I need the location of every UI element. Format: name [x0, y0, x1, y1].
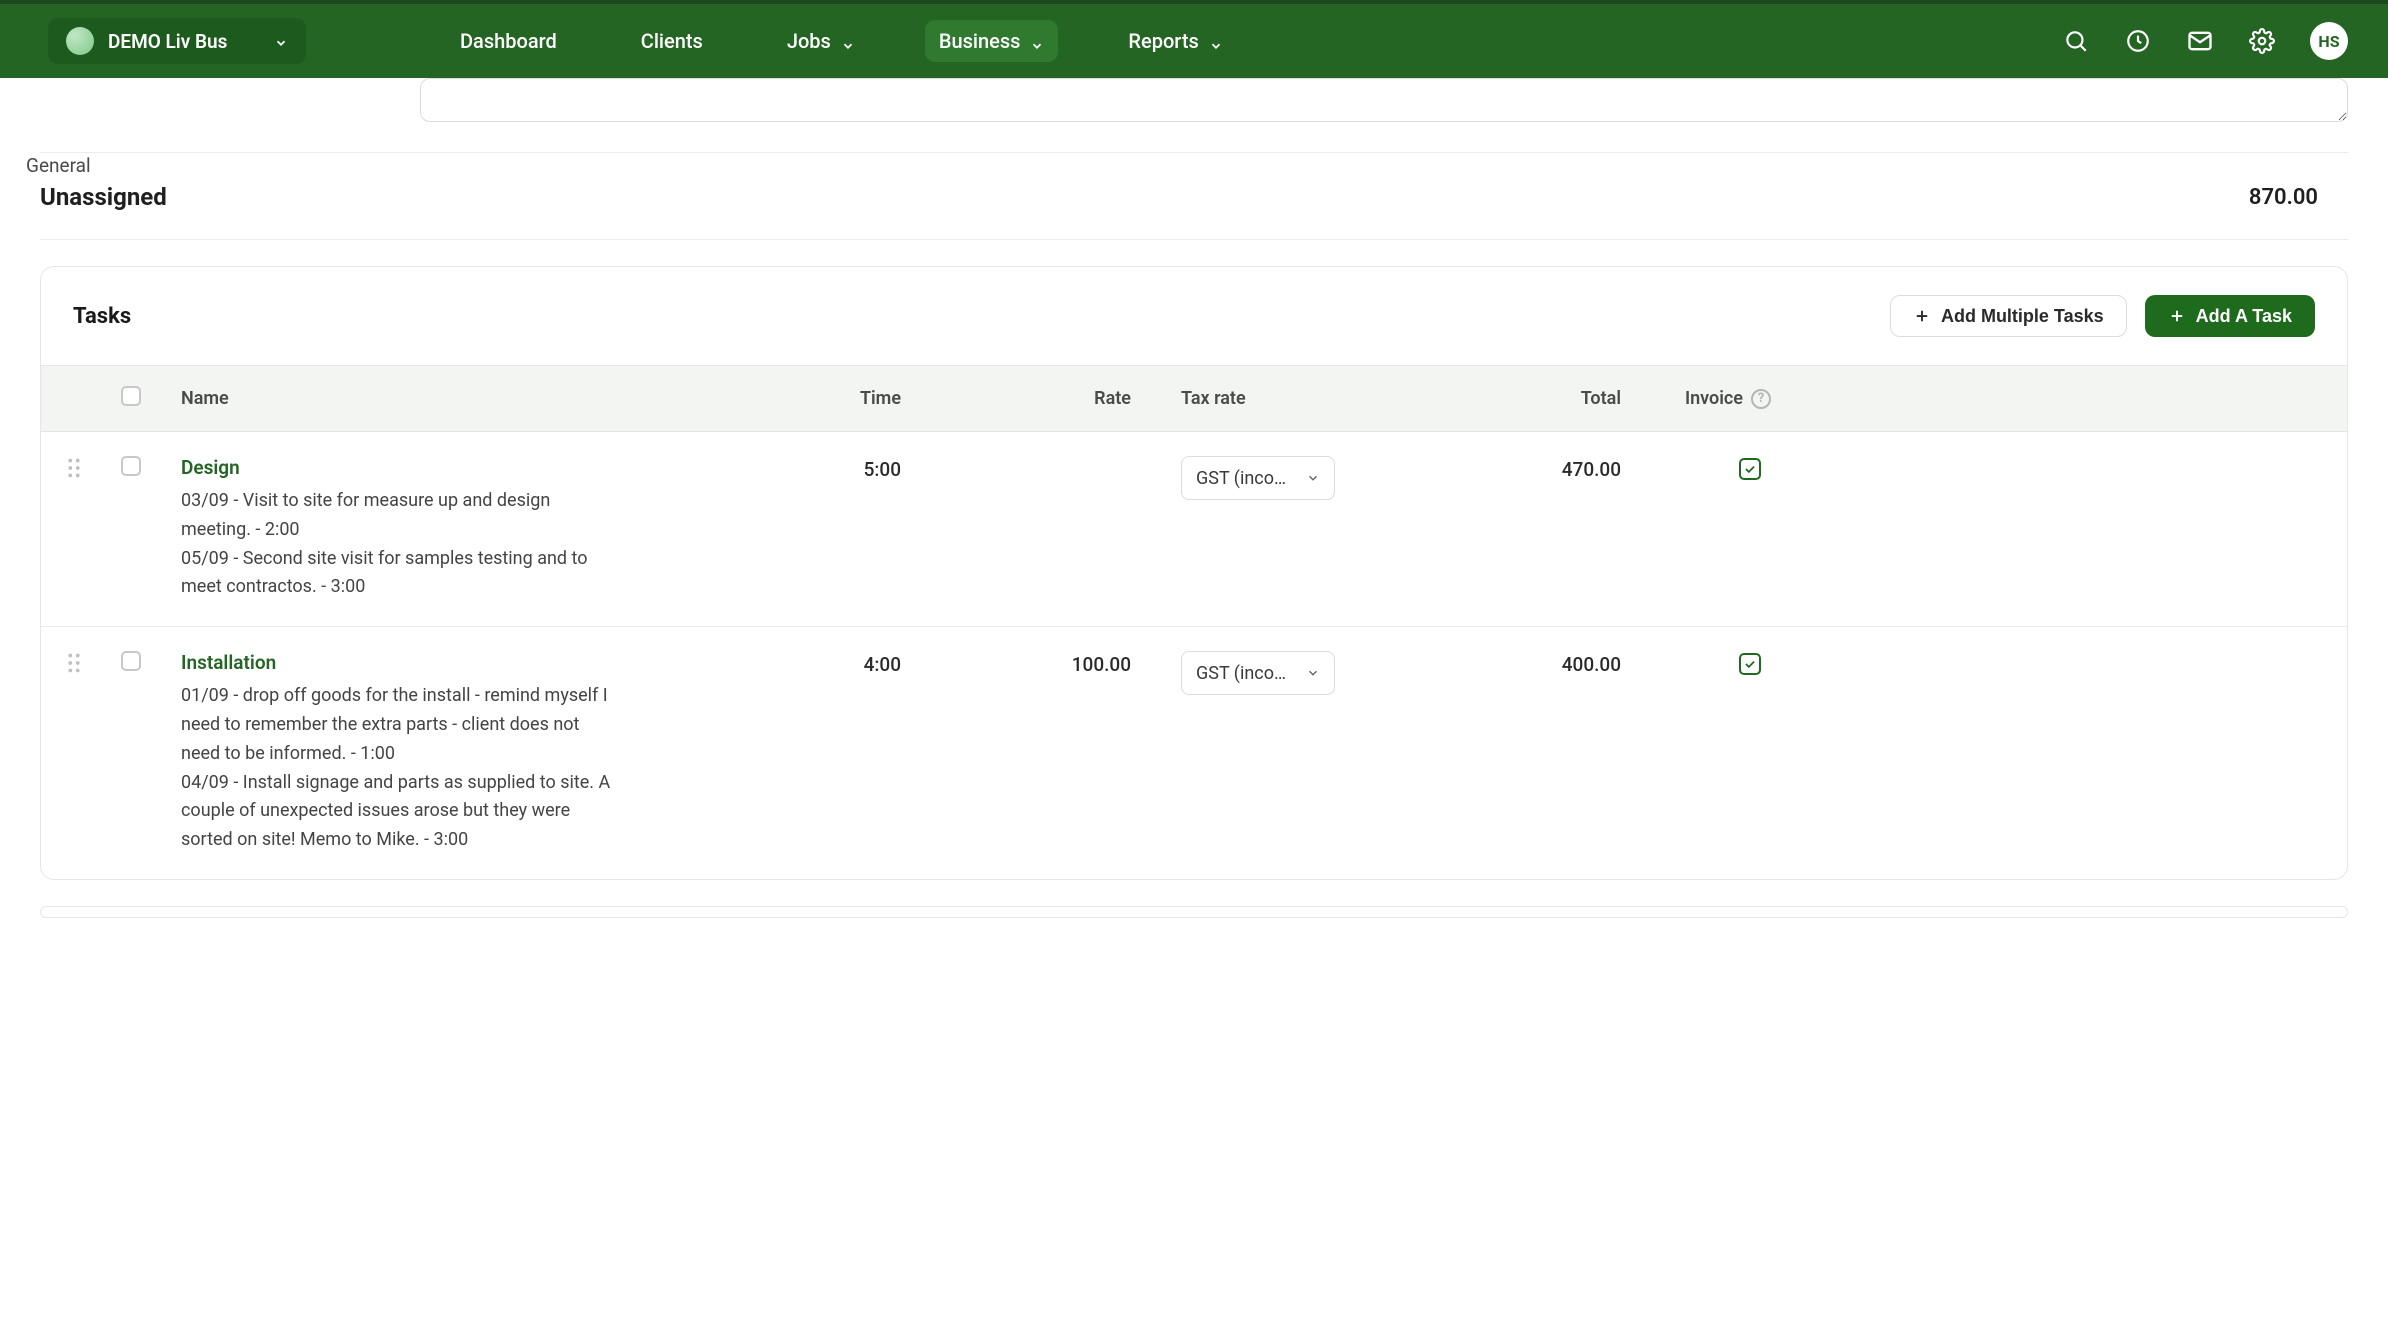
top-actions: HS	[2062, 22, 2348, 60]
column-tax-rate: Tax rate	[1131, 388, 1361, 409]
tax-rate-select[interactable]: GST (income…	[1181, 651, 1335, 695]
tasks-card: Tasks Add Multiple Tasks Add A Task Name…	[40, 266, 2348, 880]
chevron-down-icon	[1209, 34, 1223, 48]
task-total: 470.00	[1361, 456, 1621, 481]
task-row: Installation 01/09 - drop off goods for …	[41, 627, 2347, 879]
nav-jobs[interactable]: Jobs	[773, 20, 869, 62]
row-checkbox[interactable]	[121, 456, 141, 476]
tax-rate-label: GST (income…	[1196, 468, 1296, 489]
nav-reports[interactable]: Reports	[1114, 20, 1236, 62]
tasks-actions: Add Multiple Tasks Add A Task	[1890, 295, 2315, 337]
notes-textarea[interactable]	[420, 78, 2348, 122]
general-label: General	[26, 154, 91, 177]
top-navbar: DEMO Liv Bus Dashboard Clients Jobs Busi…	[0, 4, 2388, 78]
user-avatar[interactable]: HS	[2310, 22, 2348, 60]
drag-handle-icon[interactable]	[61, 456, 121, 483]
chevron-down-icon	[1030, 34, 1044, 48]
drag-handle-icon[interactable]	[61, 651, 121, 678]
chevron-down-icon	[274, 34, 288, 48]
nav-label: Reports	[1128, 29, 1198, 53]
main-nav: Dashboard Clients Jobs Business Reports	[446, 20, 1237, 62]
help-icon[interactable]: ?	[1751, 389, 1771, 409]
nav-label: Business	[939, 29, 1021, 53]
invoice-checkbox[interactable]	[1739, 458, 1761, 480]
column-total: Total	[1361, 388, 1621, 409]
column-time: Time	[681, 388, 901, 409]
nav-label: Dashboard	[460, 29, 557, 53]
tax-rate-select[interactable]: GST (income…	[1181, 456, 1335, 500]
next-card	[40, 906, 2348, 918]
org-avatar	[66, 27, 94, 55]
task-description: 01/09 - drop off goods for the install -…	[181, 682, 611, 855]
notes-row: General	[40, 78, 2348, 122]
section-total-wrap[interactable]: 870.00	[2249, 185, 2348, 210]
task-total: 400.00	[1361, 651, 1621, 676]
nav-label: Clients	[641, 29, 703, 53]
tax-rate-label: GST (income…	[1196, 663, 1296, 684]
tasks-card-header: Tasks Add Multiple Tasks Add A Task	[41, 267, 2347, 365]
tasks-table-header: Name Time Rate Tax rate Total Invoice ?	[41, 365, 2347, 432]
column-invoice: Invoice ?	[1621, 388, 1781, 409]
task-row: Design 03/09 - Visit to site for measure…	[41, 432, 2347, 627]
task-rate: 100.00	[901, 651, 1131, 676]
column-invoice-label: Invoice	[1685, 388, 1743, 409]
chevron-down-icon	[1306, 471, 1320, 485]
task-time: 5:00	[681, 456, 901, 481]
section-header: Unassigned 870.00	[40, 153, 2348, 239]
org-selector[interactable]: DEMO Liv Bus	[48, 18, 306, 64]
add-task-button[interactable]: Add A Task	[2145, 295, 2315, 337]
nav-business[interactable]: Business	[925, 20, 1059, 62]
search-icon[interactable]	[2062, 27, 2090, 55]
row-checkbox[interactable]	[121, 651, 141, 671]
clock-icon[interactable]	[2124, 27, 2152, 55]
section-title: Unassigned	[40, 183, 167, 211]
task-description: 03/09 - Visit to site for measure up and…	[181, 487, 611, 602]
nav-clients[interactable]: Clients	[627, 20, 717, 62]
button-label: Add A Task	[2196, 306, 2292, 327]
gear-icon[interactable]	[2248, 27, 2276, 55]
add-multiple-tasks-button[interactable]: Add Multiple Tasks	[1890, 295, 2127, 337]
chevron-down-icon	[841, 34, 855, 48]
task-name-link[interactable]: Design	[181, 456, 681, 479]
select-all-checkbox[interactable]	[121, 386, 141, 406]
column-name: Name	[181, 388, 681, 409]
task-rate	[901, 456, 1131, 458]
nav-dashboard[interactable]: Dashboard	[446, 20, 571, 62]
org-name: DEMO Liv Bus	[108, 30, 260, 53]
tasks-title: Tasks	[73, 304, 131, 329]
mail-icon[interactable]	[2186, 27, 2214, 55]
invoice-checkbox[interactable]	[1739, 653, 1761, 675]
button-label: Add Multiple Tasks	[1941, 306, 2104, 327]
task-time: 4:00	[681, 651, 901, 676]
divider	[40, 239, 2348, 240]
task-name-link[interactable]: Installation	[181, 651, 681, 674]
nav-label: Jobs	[787, 29, 831, 53]
section-total: 870.00	[2249, 185, 2318, 210]
chevron-down-icon	[2334, 190, 2348, 204]
column-rate: Rate	[901, 388, 1131, 409]
chevron-down-icon	[1306, 666, 1320, 680]
